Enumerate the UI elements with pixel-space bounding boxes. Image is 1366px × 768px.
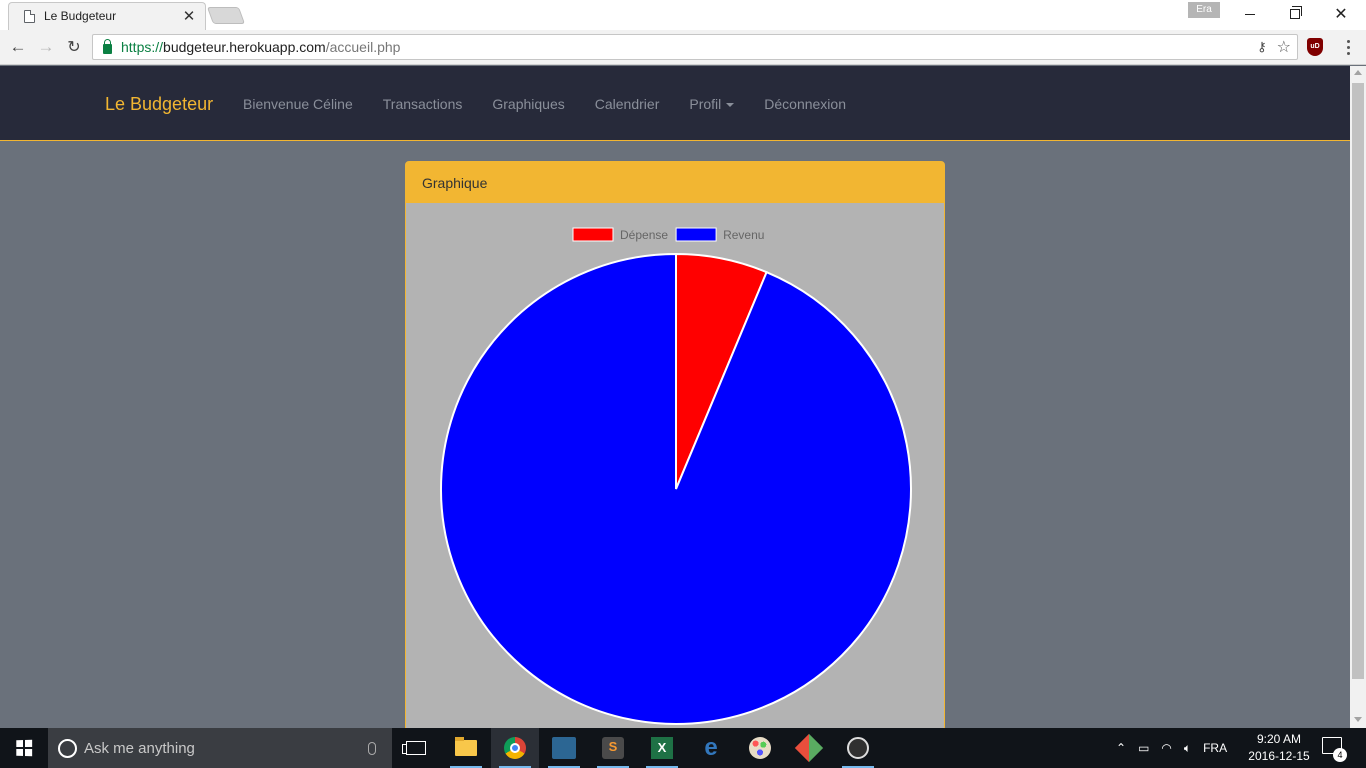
- start-button[interactable]: [0, 728, 48, 768]
- sublime-text-button[interactable]: [589, 728, 637, 768]
- key-icon[interactable]: ⚷: [1257, 39, 1267, 55]
- forward-button[interactable]: →: [34, 36, 58, 58]
- url-host: budgeteur.herokuapp.com: [163, 39, 326, 55]
- pie-chart: Dépense Revenu: [440, 227, 912, 725]
- close-icon: ✕: [1334, 6, 1348, 23]
- browser-toolbar: ← → ↻ https:// budgeteur.herokuapp.com /…: [0, 30, 1366, 65]
- legend-swatch: [675, 227, 717, 242]
- pie-slice-revenu[interactable]: [440, 252, 912, 725]
- minimize-button[interactable]: [1227, 0, 1273, 28]
- profile-badge[interactable]: Era: [1188, 2, 1220, 18]
- browser-menu-icon[interactable]: [1340, 36, 1356, 58]
- legend-item[interactable]: Dépense: [572, 227, 668, 242]
- task-view-icon: [402, 741, 426, 755]
- paint-button[interactable]: [736, 728, 784, 768]
- clock-time: 9:20 AM: [1256, 732, 1302, 746]
- obs-icon: [847, 737, 869, 759]
- nav-link-graphiques[interactable]: Graphiques: [477, 96, 579, 112]
- notification-count-badge: 4: [1333, 748, 1347, 762]
- search-placeholder: Ask me anything: [84, 739, 195, 757]
- ublock-extension-icon[interactable]: uD: [1307, 38, 1323, 56]
- reload-icon: ↻: [67, 39, 81, 56]
- restore-button[interactable]: [1272, 0, 1318, 28]
- nav-links: Bienvenue Céline Transactions Graphiques…: [228, 66, 861, 141]
- wifi-icon[interactable]: ◠: [1155, 741, 1177, 755]
- excel-icon: X: [651, 737, 673, 759]
- gitkraken-button[interactable]: [785, 728, 833, 768]
- tab-close-icon[interactable]: ✕: [182, 7, 196, 25]
- cortana-icon: [58, 738, 77, 758]
- battery-icon[interactable]: ▭: [1132, 741, 1155, 755]
- nav-link-calendrier[interactable]: Calendrier: [580, 96, 675, 112]
- obs-button[interactable]: [834, 728, 882, 768]
- url-scheme: https://: [121, 39, 164, 55]
- close-window-button[interactable]: ✕: [1318, 0, 1364, 28]
- excel-button[interactable]: X: [638, 728, 686, 768]
- nav-link-welcome[interactable]: Bienvenue Céline: [228, 96, 368, 112]
- gitkraken-icon: [794, 733, 824, 763]
- page-icon: [24, 9, 35, 23]
- cortana-search-box[interactable]: Ask me anything: [48, 728, 392, 768]
- panel-title: Graphique: [406, 162, 944, 203]
- microphone-icon[interactable]: [368, 741, 376, 755]
- show-hidden-icons-icon[interactable]: ⌃: [1110, 741, 1132, 755]
- legend-item[interactable]: Revenu: [675, 227, 764, 242]
- restore-icon: [1290, 6, 1302, 19]
- nav-link-transactions[interactable]: Transactions: [368, 96, 478, 112]
- volume-icon[interactable]: 🔈︎: [1178, 741, 1197, 756]
- clock[interactable]: 9:20 AM 2016-12-15: [1246, 731, 1312, 765]
- mysql-workbench-icon: [552, 737, 576, 759]
- windows-logo-icon: [16, 739, 33, 757]
- system-tray: ⌃ ▭ ◠ 🔈︎ FRA: [1110, 728, 1233, 768]
- reload-button[interactable]: ↻: [62, 36, 86, 58]
- site-brand[interactable]: Le Budgeteur: [105, 94, 213, 115]
- legend-label: Revenu: [723, 228, 764, 242]
- sublime-text-icon: [602, 737, 624, 759]
- legend-label: Dépense: [620, 228, 668, 242]
- lock-icon[interactable]: [103, 38, 112, 54]
- scroll-down-arrow-icon[interactable]: [1354, 717, 1362, 722]
- edge-button[interactable]: e: [687, 728, 735, 768]
- arrow-right-icon: →: [37, 37, 55, 56]
- paint-icon: [749, 737, 771, 759]
- new-tab-button[interactable]: [206, 7, 246, 24]
- mysql-workbench-button[interactable]: [540, 728, 588, 768]
- back-button[interactable]: ←: [6, 36, 30, 58]
- nav-link-logout[interactable]: Déconnexion: [749, 96, 861, 112]
- page-scrollbar[interactable]: [1350, 66, 1366, 728]
- nav-link-profil-label: Profil: [689, 95, 722, 112]
- task-view-button[interactable]: [392, 728, 440, 768]
- file-explorer-icon: [455, 737, 477, 756]
- chart-panel: Graphique Dépense Revenu: [405, 161, 945, 728]
- address-bar[interactable]: https:// budgeteur.herokuapp.com /accuei…: [92, 34, 1298, 60]
- language-indicator[interactable]: FRA: [1197, 741, 1233, 755]
- browser-tab-content[interactable]: Le Budgeteur ✕: [8, 2, 206, 30]
- bookmark-star-icon[interactable]: ☆: [1277, 37, 1291, 57]
- browser-titlebar: Le Budgeteur ✕ Era ✕: [0, 0, 1366, 30]
- url-path: /accueil.php: [325, 39, 401, 55]
- chrome-taskbar-button[interactable]: [491, 728, 539, 768]
- nav-link-profil[interactable]: Profil: [674, 96, 749, 112]
- arrow-left-icon: ←: [9, 37, 27, 56]
- scroll-thumb[interactable]: [1352, 83, 1364, 679]
- tab-title: Le Budgeteur: [44, 9, 117, 23]
- chrome-icon: [504, 737, 526, 759]
- page-viewport: Le Budgeteur Bienvenue Céline Transactio…: [0, 66, 1350, 728]
- clock-date: 2016-12-15: [1248, 749, 1310, 763]
- edge-icon: e: [704, 734, 718, 761]
- legend-swatch: [572, 227, 614, 242]
- windows-taskbar: Ask me anything X e ⌃ ▭ ◠ 🔈︎ FRA 9:20 AM…: [0, 728, 1366, 768]
- site-navbar: Le Budgeteur Bienvenue Céline Transactio…: [0, 66, 1350, 141]
- scroll-up-arrow-icon[interactable]: [1354, 70, 1362, 75]
- file-explorer-button[interactable]: [442, 728, 490, 768]
- minimize-icon: [1245, 13, 1255, 15]
- caret-down-icon: [726, 102, 735, 107]
- omnibox-actions: ⚷ ☆: [1257, 37, 1291, 57]
